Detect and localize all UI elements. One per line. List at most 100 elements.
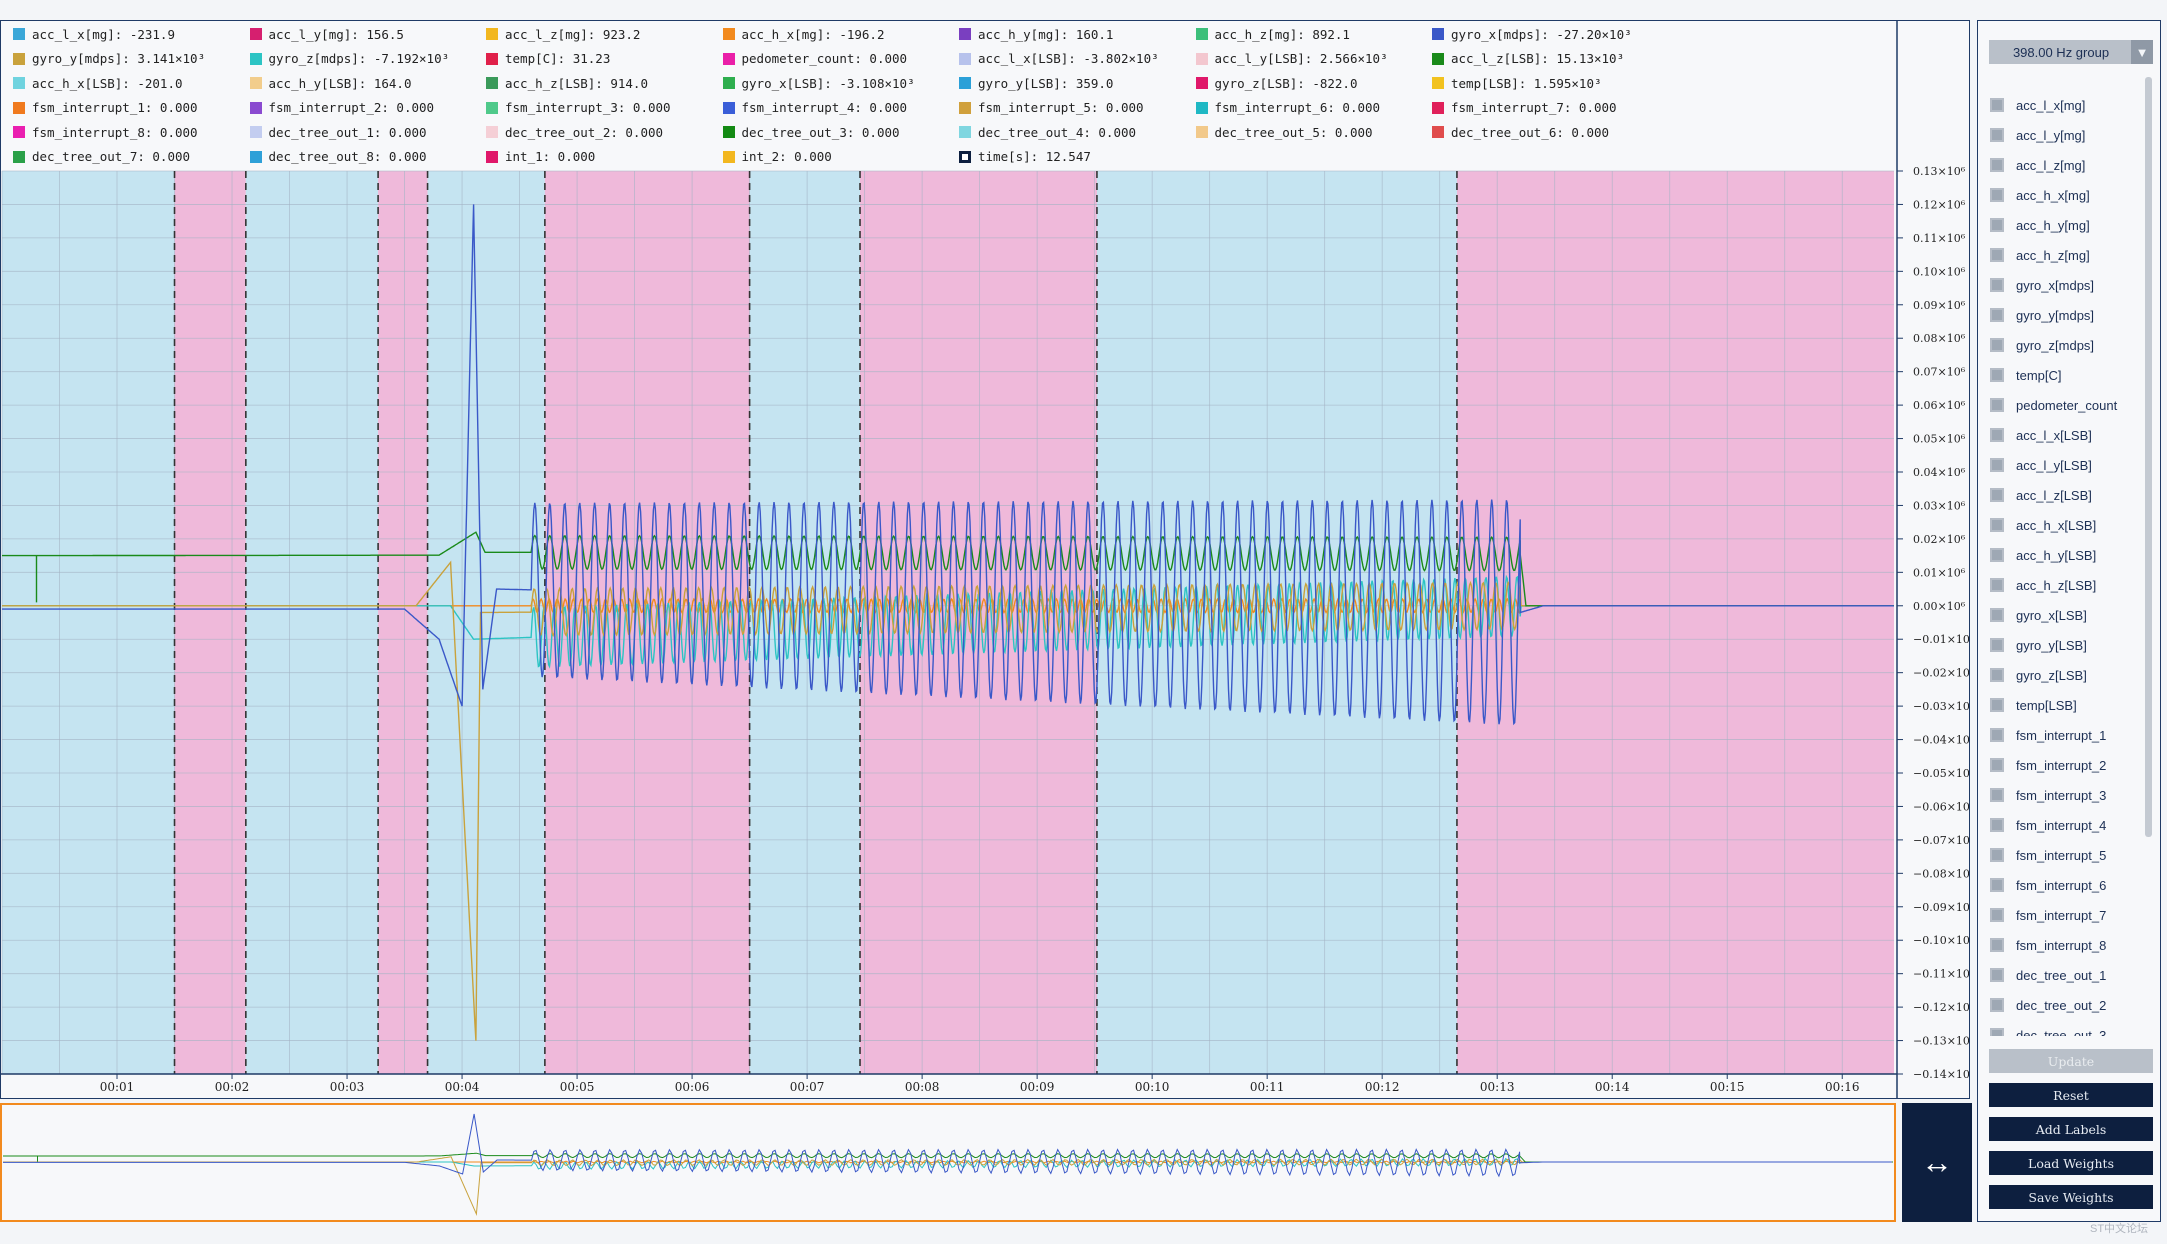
label-region: [245, 171, 379, 1074]
channel-item[interactable]: acc_l_x[mg]: [1990, 94, 2085, 116]
channel-item[interactable]: gyro_z[LSB]: [1990, 664, 2087, 686]
y-tick-label: 0.05×10⁶: [1913, 433, 1966, 446]
channel-item[interactable]: pedometer_count: [1990, 394, 2117, 416]
y-tick-label: 0.10×10⁶: [1913, 265, 1966, 278]
channel-item[interactable]: acc_h_y[mg]: [1990, 214, 2090, 236]
channel-list[interactable]: acc_l_x[mg] acc_l_y[mg] acc_l_z[mg] acc_h_x…: [1978, 71, 2154, 1036]
channel-item[interactable]: acc_h_z[LSB]: [1990, 574, 2096, 596]
y-tick-label: 0.04×10⁶: [1913, 466, 1966, 479]
channel-item[interactable]: fsm_interrupt_2: [1990, 754, 2106, 776]
channel-label: gyro_y[LSB]: [2016, 637, 2087, 653]
channel-item[interactable]: dec_tree_out_2: [1990, 994, 2106, 1016]
channel-checkbox[interactable]: [1990, 698, 2004, 712]
channel-checkbox[interactable]: [1990, 638, 2004, 652]
channel-checkbox[interactable]: [1990, 908, 2004, 922]
channel-label: fsm_interrupt_7: [2016, 907, 2107, 923]
channel-item[interactable]: acc_l_z[LSB]: [1990, 484, 2092, 506]
channel-checkbox[interactable]: [1990, 1028, 2004, 1036]
pan-button[interactable]: ↔: [1902, 1103, 1972, 1222]
channel-item[interactable]: gyro_x[LSB]: [1990, 604, 2087, 626]
chevron-down-icon[interactable]: ▼: [2131, 40, 2153, 64]
channel-item[interactable]: acc_l_y[mg]: [1990, 124, 2085, 146]
channel-label: acc_l_z[mg]: [2016, 157, 2086, 173]
channel-checkbox[interactable]: [1990, 98, 2004, 112]
channel-item[interactable]: fsm_interrupt_7: [1990, 904, 2106, 926]
channel-item[interactable]: acc_l_y[LSB]: [1990, 454, 2092, 476]
channel-checkbox[interactable]: [1990, 668, 2004, 682]
channel-checkbox[interactable]: [1990, 578, 2004, 592]
channel-checkbox[interactable]: [1990, 758, 2004, 772]
channel-checkbox[interactable]: [1990, 218, 2004, 232]
channel-item[interactable]: fsm_interrupt_3: [1990, 784, 2106, 806]
overview-navigator[interactable]: [0, 1103, 1896, 1222]
reset-button[interactable]: Reset: [1989, 1083, 2153, 1107]
load-weights-button[interactable]: Load Weights: [1989, 1151, 2153, 1175]
channel-item[interactable]: gyro_y[mdps]: [1990, 304, 2094, 326]
x-tick-label: 00:07: [790, 1080, 825, 1094]
channel-item[interactable]: gyro_z[mdps]: [1990, 334, 2094, 356]
channel-checkbox[interactable]: [1990, 398, 2004, 412]
label-region: [2, 171, 175, 1074]
channel-checkbox[interactable]: [1990, 458, 2004, 472]
group-select[interactable]: 398.00 Hz group ▼: [1989, 40, 2153, 64]
channel-item[interactable]: fsm_interrupt_6: [1990, 874, 2106, 896]
add-labels-button[interactable]: Add Labels: [1989, 1117, 2153, 1141]
overview-chart[interactable]: [2, 1105, 1894, 1220]
channel-item[interactable]: acc_h_z[mg]: [1990, 244, 2090, 266]
channel-item[interactable]: acc_l_z[mg]: [1990, 154, 2085, 176]
channel-checkbox[interactable]: [1990, 488, 2004, 502]
channel-item[interactable]: fsm_interrupt_5: [1990, 844, 2106, 866]
channel-checkbox[interactable]: [1990, 518, 2004, 532]
main-chart[interactable]: 0.13×10⁶ 0.12×10⁶ 0.11×10⁶ 0.10×10⁶ 0.09×10⁶…: [1, 21, 1969, 1098]
channel-checkbox[interactable]: [1990, 788, 2004, 802]
channel-label: acc_h_x[mg]: [2016, 187, 2090, 203]
channel-item[interactable]: dec_tree_out_3: [1990, 1024, 2106, 1036]
y-tick-label: 0.01×10⁶: [1913, 566, 1966, 579]
save-weights-button[interactable]: Save Weights: [1989, 1185, 2153, 1209]
y-tick-label: −0.05×10⁶: [1913, 767, 1969, 780]
channel-checkbox[interactable]: [1990, 248, 2004, 262]
channel-item[interactable]: temp[C]: [1990, 364, 2062, 386]
channel-label: fsm_interrupt_2: [2016, 757, 2107, 773]
y-tick-label: −0.03×10⁶: [1913, 700, 1969, 713]
channel-checkbox[interactable]: [1990, 338, 2004, 352]
overview-series-line: [3, 1156, 1892, 1216]
channel-item[interactable]: acc_h_x[mg]: [1990, 184, 2090, 206]
channel-checkbox[interactable]: [1990, 368, 2004, 382]
channel-checkbox[interactable]: [1990, 938, 2004, 952]
channel-checkbox[interactable]: [1990, 158, 2004, 172]
y-tick-label: 0.02×10⁶: [1913, 533, 1966, 546]
channel-checkbox[interactable]: [1990, 818, 2004, 832]
channel-item[interactable]: dec_tree_out_1: [1990, 964, 2106, 986]
channel-item[interactable]: temp[LSB]: [1990, 694, 2077, 716]
channel-label: temp[LSB]: [2016, 697, 2077, 713]
channel-checkbox[interactable]: [1990, 728, 2004, 742]
channel-label: acc_h_x[LSB]: [2016, 517, 2097, 533]
channel-checkbox[interactable]: [1990, 188, 2004, 202]
channel-checkbox[interactable]: [1990, 878, 2004, 892]
channel-list-scrollbar[interactable]: [2145, 77, 2152, 837]
channel-checkbox[interactable]: [1990, 428, 2004, 442]
x-tick-label: 00:16: [1825, 1080, 1860, 1094]
channel-item[interactable]: fsm_interrupt_1: [1990, 724, 2106, 746]
plot-panel[interactable]: acc_l_x[mg]: -231.9 acc_l_y[mg]: 156.5 acc…: [0, 20, 1970, 1099]
channel-item[interactable]: fsm_interrupt_8: [1990, 934, 2106, 956]
channel-checkbox[interactable]: [1990, 848, 2004, 862]
update-button[interactable]: Update: [1989, 1049, 2153, 1073]
channel-label: gyro_x[LSB]: [2016, 607, 2087, 623]
channel-item[interactable]: fsm_interrupt_4: [1990, 814, 2106, 836]
channel-item[interactable]: gyro_y[LSB]: [1990, 634, 2087, 656]
channel-checkbox[interactable]: [1990, 128, 2004, 142]
channel-item[interactable]: acc_h_y[LSB]: [1990, 544, 2096, 566]
channel-checkbox[interactable]: [1990, 278, 2004, 292]
channel-checkbox[interactable]: [1990, 998, 2004, 1012]
channel-checkbox[interactable]: [1990, 608, 2004, 622]
channel-checkbox[interactable]: [1990, 968, 2004, 982]
channel-item[interactable]: acc_l_x[LSB]: [1990, 424, 2092, 446]
y-tick-label: −0.11×10⁶: [1913, 968, 1969, 981]
y-tick-label: 0.11×10⁶: [1913, 232, 1966, 245]
channel-checkbox[interactable]: [1990, 308, 2004, 322]
channel-item[interactable]: acc_h_x[LSB]: [1990, 514, 2096, 536]
channel-item[interactable]: gyro_x[mdps]: [1990, 274, 2094, 296]
channel-checkbox[interactable]: [1990, 548, 2004, 562]
